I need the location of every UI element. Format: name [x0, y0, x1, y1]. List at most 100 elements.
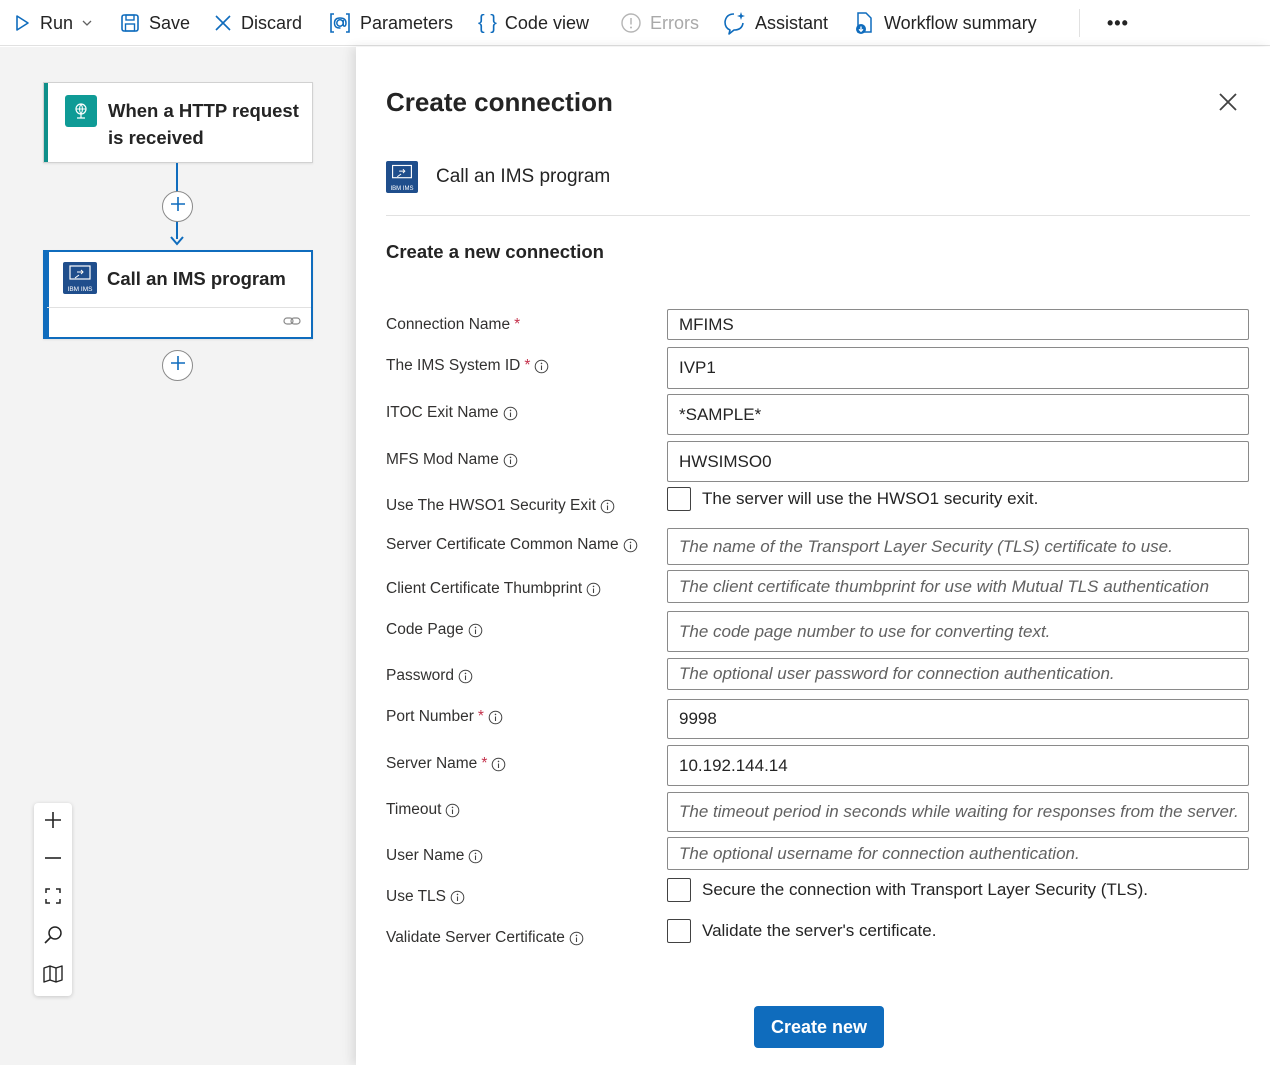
code-view-label: Code view	[504, 12, 589, 33]
field-label-text: User Name	[386, 847, 465, 864]
link-icon	[283, 314, 301, 333]
field-label: Password	[386, 667, 473, 685]
checkbox[interactable]	[667, 878, 691, 902]
close-icon	[213, 13, 233, 33]
ibm-ims-icon: IBM IMS	[386, 161, 418, 193]
info-icon[interactable]	[468, 623, 483, 638]
errors-button[interactable]: Errors	[620, 0, 699, 46]
more-icon: •••	[1107, 12, 1129, 33]
info-icon[interactable]	[503, 453, 518, 468]
play-icon	[12, 13, 32, 33]
field-label-text: Port Number	[386, 708, 474, 725]
error-circle-icon	[620, 12, 642, 34]
action-title: Call an IMS program	[107, 268, 286, 289]
parameters-button[interactable]: Parameters	[328, 0, 453, 46]
header-divider	[386, 215, 1250, 216]
info-icon[interactable]	[569, 931, 584, 946]
parameters-icon	[328, 11, 352, 35]
field-label-text: ITOC Exit Name	[386, 404, 499, 421]
text-input[interactable]: HWSIMSO0	[667, 441, 1249, 482]
field-label-text: Code Page	[386, 621, 464, 638]
text-input[interactable]: The optional user password for connectio…	[667, 658, 1249, 690]
connector-header: IBM IMS Call an IMS program	[386, 161, 610, 193]
zoom-out-icon	[43, 848, 63, 873]
zoom-in-button[interactable]	[34, 803, 72, 841]
discard-button[interactable]: Discard	[213, 0, 302, 46]
field-label: MFS Mod Name	[386, 451, 518, 469]
save-icon	[119, 12, 141, 34]
checkbox-label: The server will use the HWSO1 security e…	[702, 489, 1039, 508]
field-label: Timeout	[386, 801, 460, 819]
field-label: Server Name *	[386, 755, 506, 773]
field-label: User Name	[386, 847, 483, 865]
close-panel-button[interactable]	[1216, 90, 1240, 114]
info-icon[interactable]	[488, 710, 503, 725]
map-icon	[42, 964, 64, 989]
checkbox-row: The server will use the HWSO1 security e…	[667, 487, 1038, 511]
info-icon[interactable]	[458, 669, 473, 684]
fit-view-icon	[44, 887, 62, 910]
text-input[interactable]: The client certificate thumbprint for us…	[667, 570, 1249, 603]
info-icon[interactable]	[534, 359, 549, 374]
plus-icon	[169, 354, 187, 377]
http-globe-icon	[65, 95, 97, 127]
trigger-card[interactable]: When a HTTP request is received	[43, 82, 313, 163]
info-icon[interactable]	[491, 757, 506, 772]
text-input[interactable]: The code page number to use for converti…	[667, 611, 1249, 652]
fit-view-button[interactable]	[34, 879, 72, 917]
assistant-button[interactable]: Assistant	[721, 0, 828, 46]
checkbox[interactable]	[667, 487, 691, 511]
search-button[interactable]	[34, 918, 72, 956]
insert-step-button[interactable]	[162, 191, 193, 222]
field-label: Port Number *	[386, 708, 503, 726]
field-label-text: Client Certificate Thumbprint	[386, 580, 583, 597]
zoom-out-button[interactable]	[34, 841, 72, 879]
add-step-button[interactable]	[162, 350, 193, 381]
action-accent-bar	[45, 252, 49, 337]
connector-name: Call an IMS program	[436, 166, 611, 187]
create-connection-panel: Create connection IBM IMS Call an IMS pr…	[356, 47, 1270, 1065]
toolbar-divider	[1079, 9, 1080, 37]
text-input[interactable]: MFIMS	[667, 309, 1249, 340]
create-new-button[interactable]: Create new	[754, 1006, 884, 1048]
field-label: The IMS System ID *	[386, 357, 549, 375]
info-icon[interactable]	[445, 803, 460, 818]
designer-canvas[interactable]: When a HTTP request is received IBM IMS …	[0, 47, 356, 1065]
field-label: Client Certificate Thumbprint	[386, 580, 601, 598]
run-button[interactable]: Run	[12, 0, 93, 46]
checkbox-row: Validate the server's certificate.	[667, 919, 936, 943]
required-asterisk: *	[514, 316, 521, 333]
more-options-button[interactable]: •••	[1107, 0, 1129, 46]
field-label-text: Use TLS	[386, 888, 447, 905]
info-icon[interactable]	[468, 849, 483, 864]
info-icon[interactable]	[586, 582, 601, 597]
info-icon[interactable]	[503, 406, 518, 421]
info-icon[interactable]	[623, 538, 638, 553]
text-input[interactable]: 9998	[667, 699, 1249, 739]
zoom-controls	[34, 803, 72, 996]
text-input[interactable]: The timeout period in seconds while wait…	[667, 792, 1249, 832]
text-input[interactable]: The name of the Transport Layer Security…	[667, 528, 1249, 565]
panel-title: Create connection	[386, 87, 613, 117]
info-icon[interactable]	[600, 499, 615, 514]
text-input[interactable]: *SAMPLE*	[667, 394, 1249, 435]
field-label: Code Page	[386, 621, 483, 639]
text-input[interactable]: IVP1	[667, 347, 1249, 389]
workflow-summary-button[interactable]: Workflow summary	[852, 0, 1037, 46]
text-input[interactable]: 10.192.144.14	[667, 745, 1249, 786]
ibm-ims-icon-label: IBM IMS	[390, 186, 414, 192]
save-button[interactable]: Save	[119, 0, 190, 46]
minimap-button[interactable]	[34, 957, 72, 995]
action-card[interactable]: IBM IMS Call an IMS program	[43, 250, 313, 339]
zoom-in-icon	[43, 810, 63, 835]
ibm-ims-icon: IBM IMS	[63, 262, 97, 294]
section-title: Create a new connection	[386, 241, 604, 262]
code-view-button[interactable]: { } Code view	[478, 0, 589, 46]
field-label-text: The IMS System ID	[386, 357, 521, 374]
field-label-text: MFS Mod Name	[386, 451, 499, 468]
text-input[interactable]: The optional username for connection aut…	[667, 837, 1249, 870]
ibm-ims-icon-label: IBM IMS	[67, 286, 93, 293]
checkbox[interactable]	[667, 919, 691, 943]
plus-icon	[169, 195, 187, 218]
info-icon[interactable]	[450, 890, 465, 905]
